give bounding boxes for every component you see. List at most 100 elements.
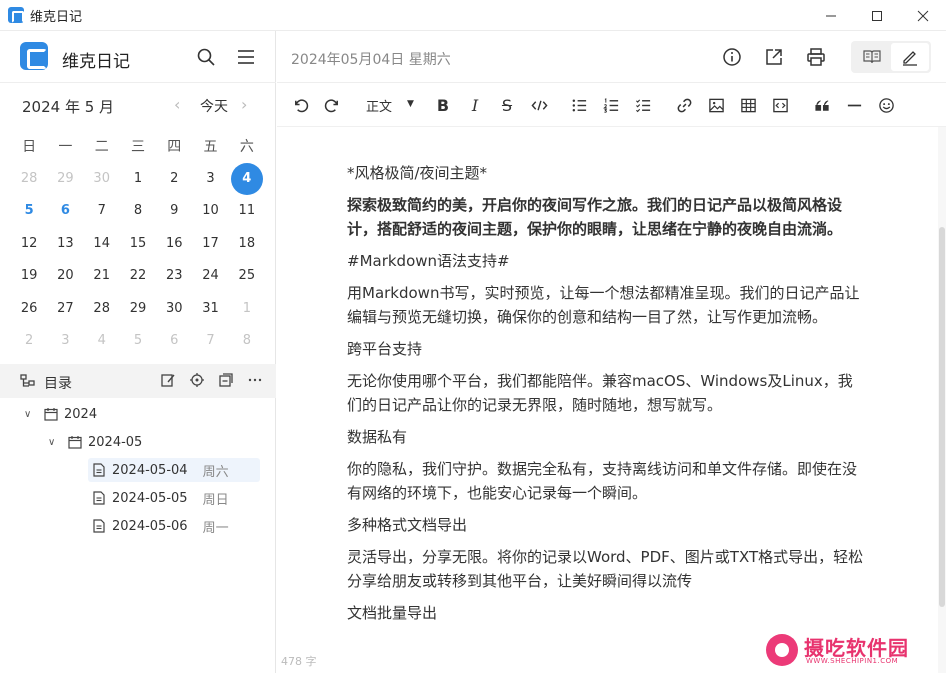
calendar-day[interactable]: 28: [11, 162, 47, 194]
undo-button[interactable]: [290, 95, 310, 115]
print-button[interactable]: [806, 47, 826, 67]
calendar-day[interactable]: 16: [156, 227, 192, 259]
task-list-button[interactable]: [633, 95, 653, 115]
document-content[interactable]: *风格极简/夜间主题* 探索极致简约的美，开启你的夜间写作之旅。我们的日记产品以极…: [347, 161, 867, 633]
document-paragraph: 数据私有: [347, 428, 408, 446]
tree-entry-2024-05-04[interactable]: 2024-05-04 周六: [88, 458, 260, 482]
tree-year-node[interactable]: ∨ 2024: [24, 402, 97, 426]
calendar-day[interactable]: 3: [47, 324, 83, 356]
calendar-day-has-entry[interactable]: 6: [47, 195, 83, 227]
calendar-day[interactable]: 2: [11, 324, 47, 356]
redo-button[interactable]: [322, 95, 342, 115]
calendar-day[interactable]: 28: [84, 292, 120, 324]
calendar-day[interactable]: 10: [192, 195, 228, 227]
image-button[interactable]: [706, 95, 726, 115]
document-paragraph: 文档批量导出: [347, 604, 438, 622]
today-button[interactable]: 今天: [200, 96, 228, 116]
table-button[interactable]: [738, 95, 758, 115]
calendar-day[interactable]: 13: [47, 227, 83, 259]
printer-icon: [807, 48, 825, 66]
calendar-day[interactable]: 23: [156, 260, 192, 292]
scrollbar-thumb[interactable]: [939, 227, 945, 607]
calendar-day[interactable]: 1: [229, 292, 265, 324]
info-button[interactable]: [722, 47, 742, 67]
heading-select[interactable]: 正文: [366, 96, 392, 115]
calendar-day[interactable]: 29: [47, 162, 83, 194]
calendar-day[interactable]: 18: [229, 227, 265, 259]
calendar-day-has-entry[interactable]: 5: [11, 195, 47, 227]
strikethrough-button[interactable]: S: [497, 95, 517, 115]
tree-month-label: 2024-05: [88, 434, 143, 450]
calendar-day[interactable]: 5: [120, 324, 156, 356]
inline-code-button[interactable]: [529, 95, 549, 115]
external-link-icon: [766, 49, 782, 65]
calendar-week: 2 3 4 5 6 7 8: [11, 324, 265, 356]
calendar-day[interactable]: 3: [192, 162, 228, 194]
calendar-day[interactable]: 30: [156, 292, 192, 324]
preview-mode-button[interactable]: [853, 43, 891, 71]
calendar-month-nav: 2024 年 5 月 ‹ 今天 ›: [0, 83, 276, 127]
calendar-day[interactable]: 12: [11, 227, 47, 259]
calendar-day[interactable]: 29: [120, 292, 156, 324]
calendar-day[interactable]: 11: [229, 195, 265, 227]
search-button[interactable]: [196, 47, 216, 67]
locate-button[interactable]: [188, 371, 206, 389]
editor-scrollbar[interactable]: [938, 127, 946, 673]
calendar-day[interactable]: 9: [156, 195, 192, 227]
maximize-button[interactable]: [854, 0, 900, 31]
italic-button[interactable]: I: [465, 95, 485, 115]
tree-entry-2024-05-06[interactable]: 2024-05-06 周一: [88, 514, 229, 538]
code-block-button[interactable]: [770, 95, 790, 115]
calendar-day[interactable]: 21: [84, 260, 120, 292]
calendar-day[interactable]: 26: [11, 292, 47, 324]
calendar-day[interactable]: 7: [84, 195, 120, 227]
calendar-week: 5 6 7 8 9 10 11: [11, 195, 265, 227]
calendar-day[interactable]: 7: [192, 324, 228, 356]
app-icon: [8, 7, 24, 23]
calendar-day[interactable]: 14: [84, 227, 120, 259]
more-options-button[interactable]: [246, 371, 264, 389]
redo-icon: [324, 98, 338, 112]
bold-button[interactable]: B: [433, 95, 453, 115]
calendar-day[interactable]: 4: [84, 324, 120, 356]
calendar-day[interactable]: 1: [120, 162, 156, 194]
minimize-button[interactable]: [808, 0, 854, 31]
bullet-list-button[interactable]: [569, 95, 589, 115]
calendar-day[interactable]: 31: [192, 292, 228, 324]
calendar-day[interactable]: 20: [47, 260, 83, 292]
next-month-button[interactable]: ›: [241, 95, 247, 114]
calendar-day[interactable]: 8: [229, 324, 265, 356]
blockquote-button[interactable]: [812, 95, 832, 115]
calendar-day[interactable]: 27: [47, 292, 83, 324]
document-paragraph: *风格极简/夜间主题*: [347, 164, 488, 182]
export-button[interactable]: [764, 47, 784, 67]
calendar-day[interactable]: 25: [229, 260, 265, 292]
calendar-day[interactable]: 24: [192, 260, 228, 292]
link-button[interactable]: [674, 95, 694, 115]
prev-month-button[interactable]: ‹: [174, 95, 180, 114]
selected-day-marker: 4: [230, 162, 263, 195]
tree-entry-2024-05-05[interactable]: 2024-05-05 周日: [88, 486, 229, 510]
calendar-day[interactable]: 15: [120, 227, 156, 259]
calendar-day[interactable]: 19: [11, 260, 47, 292]
calendar-day[interactable]: 22: [120, 260, 156, 292]
edit-mode-button[interactable]: [891, 43, 929, 71]
horizontal-rule-button[interactable]: [844, 95, 864, 115]
calendar-day[interactable]: 8: [120, 195, 156, 227]
info-icon: [723, 48, 741, 66]
numbered-list-button[interactable]: [601, 95, 621, 115]
tree-month-node[interactable]: ∨ 2024-05: [48, 430, 142, 454]
calendar-day[interactable]: 17: [192, 227, 228, 259]
calendar-day[interactable]: 2: [156, 162, 192, 194]
close-button[interactable]: [900, 0, 946, 31]
menu-button[interactable]: [236, 47, 256, 67]
tree-entry-weekday: 周一: [202, 520, 229, 536]
calendar-day-selected[interactable]: 4: [229, 162, 265, 195]
caret-down-icon[interactable]: ▼: [407, 99, 414, 109]
pencil-icon: [903, 51, 917, 66]
new-entry-button[interactable]: [159, 371, 177, 389]
calendar-day[interactable]: 6: [156, 324, 192, 356]
collapse-all-button[interactable]: [217, 371, 235, 389]
calendar-day[interactable]: 30: [84, 162, 120, 194]
emoji-button[interactable]: [876, 95, 896, 115]
